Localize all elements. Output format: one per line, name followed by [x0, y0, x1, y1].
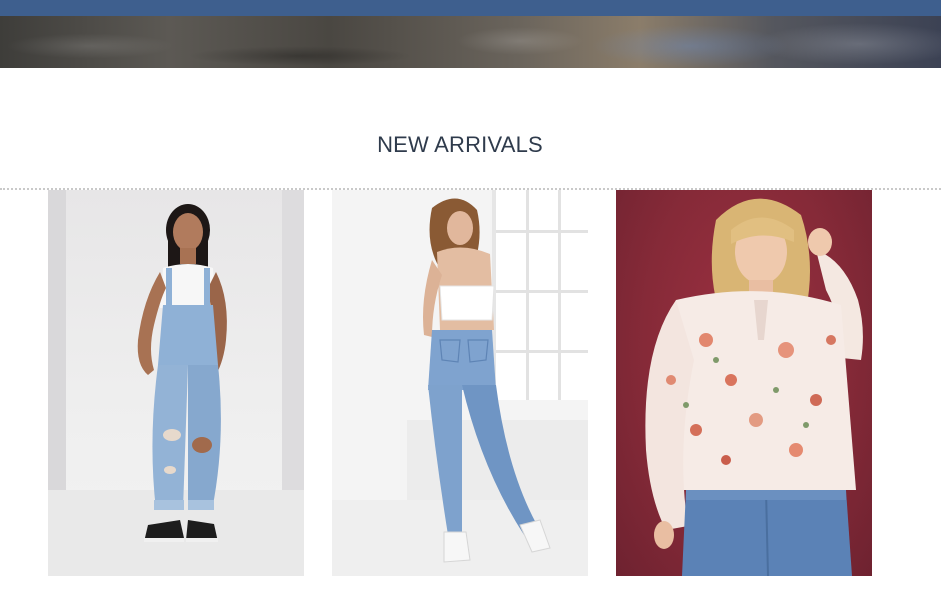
hero-banner-image — [0, 16, 941, 68]
hero-banner — [0, 0, 941, 68]
page: NEW ARRIVALS — [0, 0, 941, 593]
denim-overalls-photo — [137, 204, 227, 542]
floral-blouse-photo — [645, 198, 863, 576]
section-title: NEW ARRIVALS — [377, 132, 543, 157]
light-wash-jeans-photo — [423, 198, 551, 563]
product-card-floral-blouse[interactable] — [616, 190, 872, 576]
product-card-overalls[interactable] — [48, 190, 304, 576]
top-nav-bar — [0, 0, 941, 16]
product-card-jeans[interactable] — [332, 190, 588, 576]
